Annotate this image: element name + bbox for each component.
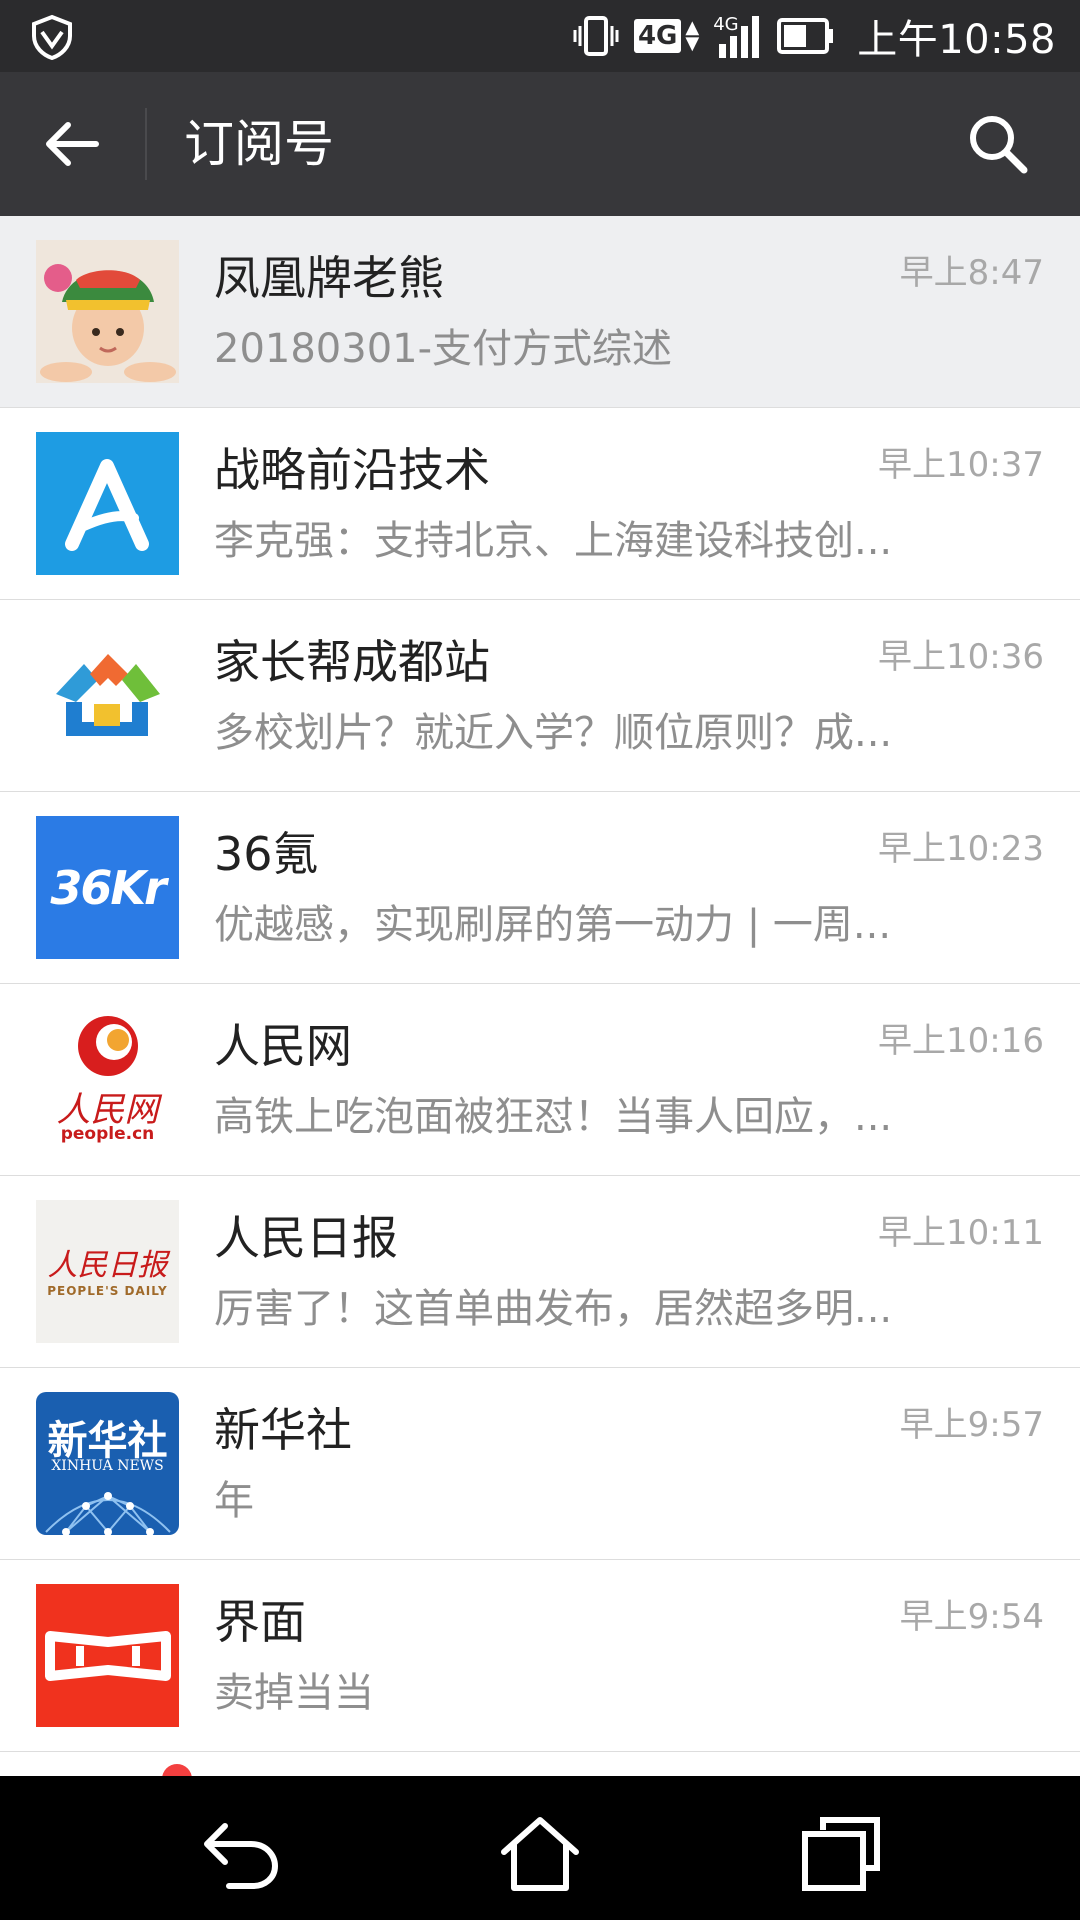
people-cn-logo: 人民网 people.cn [36, 1008, 179, 1151]
status-bar: 4G ▲ ▼ 4G 上午10:58 [0, 0, 1080, 72]
subscription-time: 早上8:47 [899, 253, 1044, 293]
navigation-bar [0, 1776, 1080, 1920]
peoples-daily-logo: 人民日报 PEOPLE'S DAILY [36, 1200, 179, 1343]
jiemian-logo [36, 1584, 179, 1727]
subscription-preview: 年 [214, 1478, 254, 1524]
list-item[interactable]: 家长帮成都站 早上10:36 多校划片？就近入学？顺位原则？成... [0, 600, 1080, 792]
xinhua-logo: 新华社 XINHUA NEWS [36, 1392, 179, 1535]
subscription-time: 早上10:23 [878, 829, 1044, 869]
search-button[interactable] [962, 108, 1034, 180]
list-item[interactable]: 新华社 XINHUA NEWS 新华社 早上9:57 年 [0, 1368, 1080, 1560]
signal-icon: 4G [713, 8, 763, 64]
page-title: 订阅号 [184, 115, 334, 173]
recent-apps-icon [802, 1817, 880, 1891]
undo-arrow-icon [204, 1823, 279, 1889]
list-item[interactable]: 36Kr 36氪 早上10:23 优越感，实现刷屏的第一动力 | 一周... [0, 792, 1080, 984]
subscription-preview: 20180301-支付方式综述 [214, 326, 673, 372]
nav-recent-apps-button[interactable] [796, 1808, 886, 1898]
subscription-time: 早上10:36 [878, 637, 1044, 677]
list-item[interactable]: 人民日报 PEOPLE'S DAILY 人民日报 早上10:11 厉害了！这首单… [0, 1176, 1080, 1368]
subscription-name: 36氪 [214, 827, 319, 881]
home-icon [501, 1817, 579, 1891]
list-item[interactable]: 凤凰牌老熊 早上8:47 20180301-支付方式综述 [0, 216, 1080, 408]
subscription-preview: 卖掉当当 [214, 1670, 374, 1716]
xinhua-logo-sub: XINHUA NEWS [51, 1458, 164, 1474]
data-arrows-icon: ▲ ▼ [685, 17, 700, 54]
search-icon [970, 116, 1028, 174]
signal-label: 4G [713, 14, 739, 35]
list-item[interactable]: 人民网 people.cn 人民网 早上10:16 高铁上吃泡面被狂怼！当事人回… [0, 984, 1080, 1176]
subscription-name: 新华社 [214, 1403, 352, 1457]
subscription-name: 人民网 [214, 1019, 352, 1073]
status-icons: 4G ▲ ▼ 4G 上午10:58 [572, 0, 1056, 72]
36kr-logo-text: 36Kr [50, 860, 166, 915]
vibrate-icon [572, 14, 620, 58]
blue-a-logo [36, 432, 179, 575]
subscription-list: 凤凰牌老熊 早上8:47 20180301-支付方式综述 战略前沿技术 早上10… [0, 216, 1080, 1752]
peoples-daily-logo-text: 人民日报 [47, 1248, 168, 1283]
arrow-left-icon [46, 122, 99, 166]
peoples-daily-logo-sub: PEOPLE'S DAILY [47, 1284, 168, 1298]
subscription-time: 早上9:54 [899, 1597, 1044, 1637]
subscription-name: 战略前沿技术 [214, 443, 490, 497]
subscription-preview: 李克强：支持北京、上海建设科技创... [214, 518, 893, 564]
battery-icon [777, 16, 835, 56]
subscription-preview: 高铁上吃泡面被狂怼！当事人回应，... [214, 1094, 893, 1140]
colorful-house-logo [36, 624, 179, 767]
subscription-preview: 厉害了！这首单曲发布，居然超多明... [214, 1286, 893, 1332]
nav-back-button[interactable] [196, 1808, 286, 1898]
title-bar: 订阅号 [0, 72, 1080, 216]
subscription-time: 早上9:57 [899, 1405, 1044, 1445]
nav-home-button[interactable] [495, 1808, 585, 1898]
network-badge-label: 4G [633, 19, 682, 53]
list-item[interactable]: 战略前沿技术 早上10:37 李克强：支持北京、上海建设科技创... [0, 408, 1080, 600]
subscription-preview: 多校划片？就近入学？顺位原则？成... [214, 710, 893, 756]
title-divider [145, 108, 147, 180]
status-time: 上午10:58 [857, 17, 1056, 63]
subscription-time: 早上10:16 [878, 1021, 1044, 1061]
subscription-time: 早上10:37 [878, 445, 1044, 485]
subscription-name: 凤凰牌老熊 [214, 251, 444, 305]
subscription-time: 早上10:11 [878, 1213, 1044, 1253]
subscription-preview: 优越感，实现刷屏的第一动力 | 一周... [214, 902, 892, 948]
36kr-logo: 36Kr [36, 816, 179, 959]
shield-icon [30, 14, 74, 61]
list-item[interactable]: 界面 早上9:54 卖掉当当 [0, 1560, 1080, 1752]
baby-photo-avatar [36, 240, 179, 383]
subscription-name: 界面 [214, 1595, 306, 1649]
subscription-name: 人民日报 [214, 1211, 398, 1265]
network-type-badge: 4G ▲ ▼ [633, 17, 700, 54]
back-button[interactable] [30, 112, 114, 176]
subscription-name: 家长帮成都站 [214, 635, 490, 689]
people-cn-logo-sub: people.cn [60, 1124, 155, 1144]
